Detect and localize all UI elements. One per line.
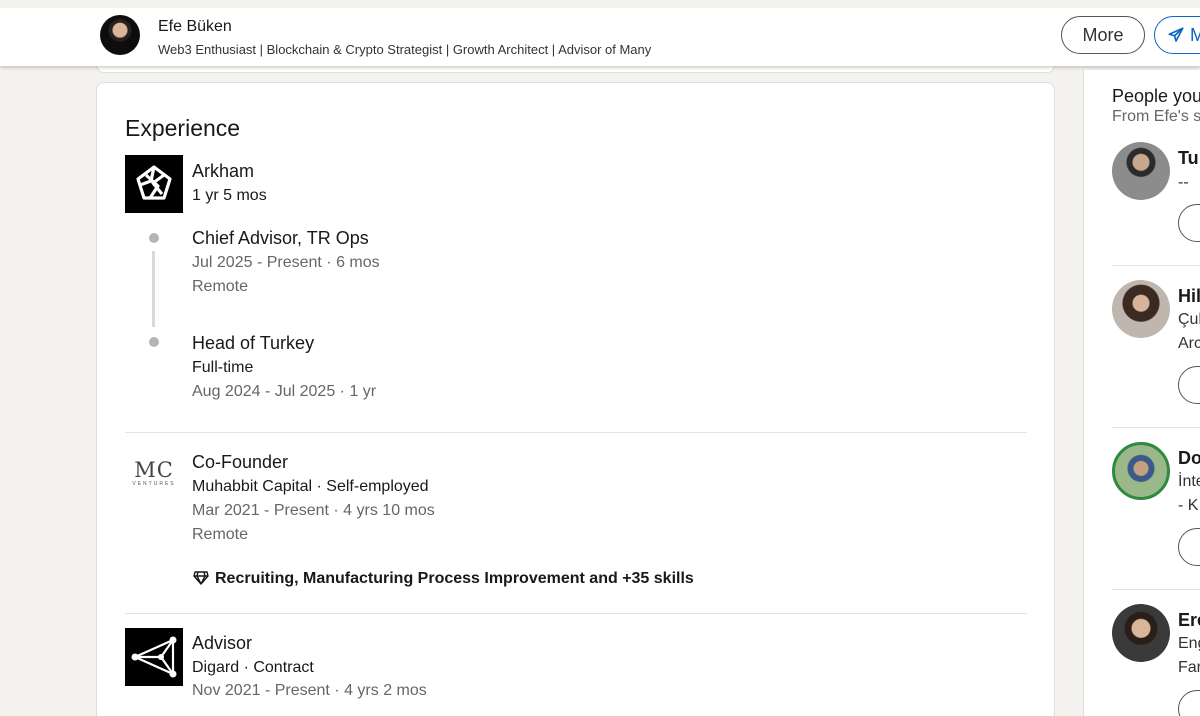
person-headline-line2: Far (1178, 659, 1200, 676)
logo-text: MC (134, 458, 174, 482)
timeline-line (152, 251, 155, 327)
digard-logo[interactable] (125, 628, 183, 686)
send-icon (1168, 27, 1184, 42)
profile-avatar[interactable] (100, 15, 140, 55)
person-name[interactable]: Tu (1178, 148, 1199, 169)
profile-sticky-header: Efe Büken Web3 Enthusiast | Blockchain &… (0, 0, 1200, 66)
message-button[interactable]: M (1154, 16, 1200, 54)
profile-headline: Web3 Enthusiast | Blockchain & Crypto St… (158, 42, 652, 57)
connect-button[interactable] (1178, 528, 1200, 566)
message-button-label: M (1190, 25, 1200, 45)
logo-subtext: VENTURES (132, 481, 176, 487)
more-button[interactable]: More (1061, 16, 1145, 54)
role-company[interactable]: Digard · Contract (192, 659, 314, 677)
section-title: Experience (125, 115, 241, 141)
rail-title: People you (1112, 86, 1200, 106)
person-headline: -- (1178, 174, 1189, 191)
role-title: Co-Founder (192, 452, 289, 472)
role-company[interactable]: Muhabbit Capital · Self-employed (192, 478, 429, 496)
divider (125, 432, 1027, 433)
timeline-dot (149, 337, 159, 347)
digard-logo-icon (131, 636, 177, 678)
role-title: Advisor (192, 633, 253, 653)
profile-name: Efe Büken (158, 18, 232, 35)
person-headline: Eng (1178, 635, 1200, 652)
role-title: Head of Turkey (192, 333, 315, 353)
company-duration: 1 yr 5 mos (192, 187, 267, 204)
person-headline-line2: Arc (1178, 335, 1200, 352)
muhabbit-capital-logo[interactable]: MC VENTURES (127, 459, 181, 493)
person-headline-line2: - K (1178, 497, 1199, 514)
person-name[interactable]: Ere (1178, 610, 1200, 631)
experience-section: Experience Arkham 1 yr 5 mos Chief Advis… (96, 82, 1055, 716)
divider (1112, 427, 1200, 428)
person-name[interactable]: Do (1178, 448, 1200, 469)
company-name[interactable]: Arkham (192, 161, 254, 182)
skills-link[interactable]: Recruiting, Manufacturing Process Improv… (193, 570, 694, 588)
person-avatar[interactable] (1112, 142, 1170, 200)
rail-subtitle: From Efe's s (1112, 108, 1200, 125)
person-headline: Çul (1178, 311, 1200, 328)
arkham-logo-icon (136, 165, 172, 200)
person-avatar[interactable] (1112, 604, 1170, 662)
timeline-dot (149, 233, 159, 243)
person-headline: İnte (1178, 473, 1200, 490)
role-dates: Aug 2024 - Jul 2025 · 1 yr (192, 383, 377, 400)
connect-button[interactable] (1178, 366, 1200, 404)
role-type: Full-time (192, 359, 254, 376)
arkham-logo[interactable] (125, 155, 183, 213)
person-avatar[interactable] (1112, 442, 1170, 500)
people-you-may-know-rail: People you From Efe's s Tu -- Hil Çul Ar… (1083, 70, 1200, 716)
divider (125, 613, 1027, 614)
divider (1112, 265, 1200, 266)
role-title: Chief Advisor, TR Ops (192, 228, 369, 248)
role-dates: Jul 2025 - Present · 6 mos (192, 254, 380, 271)
skills-text: Recruiting, Manufacturing Process Improv… (215, 570, 694, 587)
person-name[interactable]: Hil (1178, 286, 1200, 307)
role-dates: Nov 2021 - Present · 4 yrs 2 mos (192, 682, 427, 699)
connect-button[interactable] (1178, 690, 1200, 716)
role-dates: Mar 2021 - Present · 4 yrs 10 mos (192, 502, 435, 519)
divider (1112, 589, 1200, 590)
diamond-icon (193, 571, 209, 585)
role-location: Remote (192, 278, 249, 295)
connect-button[interactable] (1178, 204, 1200, 242)
person-avatar[interactable] (1112, 280, 1170, 338)
role-location: Remote (192, 526, 249, 543)
